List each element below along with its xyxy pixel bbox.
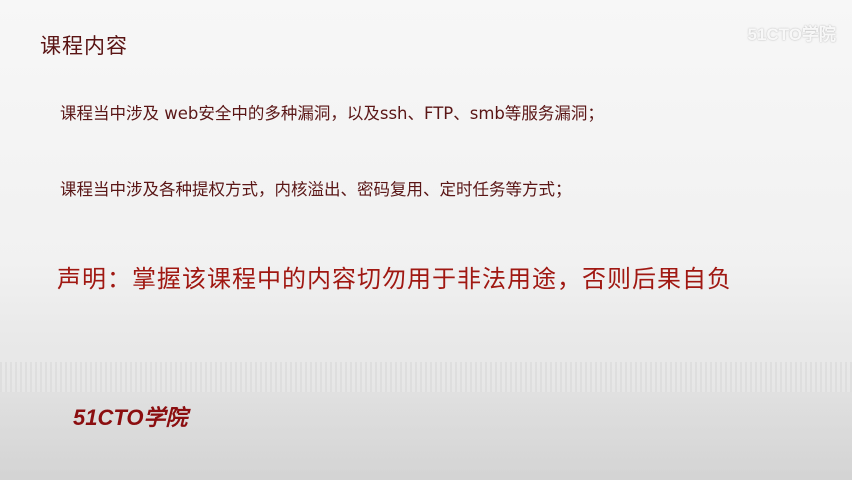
bullet-privilege-escalation: 课程当中涉及各种提权方式，内核溢出、密码复用、定时任务等方式； — [60, 180, 572, 199]
watermark-text: 51CTO学院 — [747, 25, 837, 44]
decorative-stripe-band — [0, 362, 852, 392]
presentation-slide: 课程内容 课程当中涉及 web安全中的多种漏洞，以及ssh、FTP、smb等服务… — [0, 0, 852, 480]
bullet-web-vulns: 课程当中涉及 web安全中的多种漏洞，以及ssh、FTP、smb等服务漏洞； — [60, 104, 604, 123]
slide-title: 课程内容 — [40, 34, 128, 58]
51cto-logo: 51CTO学院 — [73, 405, 188, 430]
disclaimer-text: 声明：掌握该课程中的内容切勿用于非法用途，否则后果自负 — [57, 265, 732, 293]
watermark-logo: 51CTO学院 — [748, 20, 837, 45]
